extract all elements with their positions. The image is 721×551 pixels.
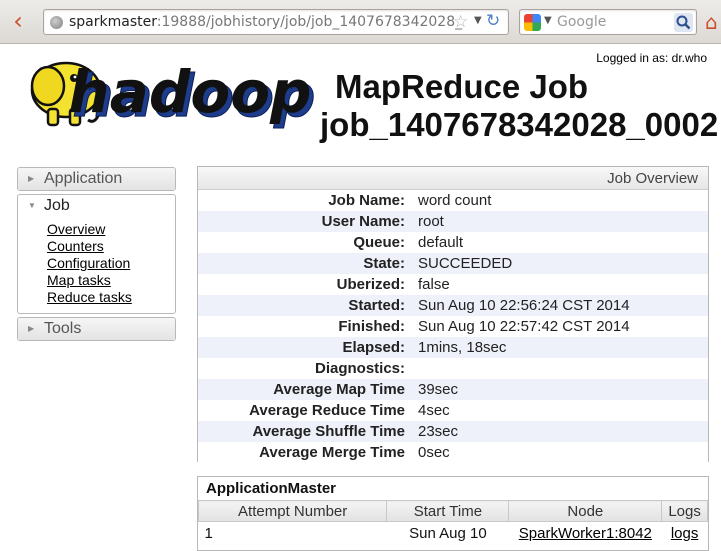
application-master-panel: ApplicationMaster Attempt Number Start T… xyxy=(197,476,709,551)
bookmark-star-icon[interactable]: ☆ xyxy=(453,12,468,32)
job-overview-panel: Job Overview Job Name: word count User Na… xyxy=(197,166,709,463)
search-bar[interactable]: ▼ Google xyxy=(519,9,697,35)
job-overview-heading: Job Overview xyxy=(198,167,708,190)
application-master-table: Attempt Number Start Time Node Logs 1 Su… xyxy=(197,500,708,545)
application-master-title: ApplicationMaster xyxy=(206,480,337,497)
search-engine-dropdown-icon[interactable]: ▼ xyxy=(544,15,552,26)
link-counters[interactable]: Counters xyxy=(47,238,175,255)
page-title: MapReduce Job job_1407678342028_0002 xyxy=(320,68,720,144)
reload-icon[interactable]: ↻ xyxy=(486,11,500,31)
link-overview[interactable]: Overview xyxy=(47,221,175,238)
table-row: Uberized: false xyxy=(198,274,708,295)
table-row: Job Name: word count xyxy=(198,190,708,211)
nav-head-tools[interactable]: ▶ Tools xyxy=(18,318,175,340)
table-row: Average Shuffle Time 23sec xyxy=(198,421,708,442)
google-icon[interactable] xyxy=(524,14,541,31)
table-row: State: SUCCEEDED xyxy=(198,253,708,274)
column-header-attempt[interactable]: Attempt Number xyxy=(197,500,388,522)
search-input[interactable]: Google xyxy=(557,14,606,30)
page-title-job-id: job_1407678342028_0002 xyxy=(320,106,719,143)
sidebar-nav: ▶ Application ▼ Job Overview Counters Conf… xyxy=(17,167,176,344)
nav-head-job[interactable]: ▼ Job xyxy=(18,195,175,217)
table-row: 1 Sun Aug 10 SparkWorker1:8042 logs xyxy=(199,522,708,545)
nav-head-application[interactable]: ▶ Application xyxy=(18,168,175,190)
table-row: Started: Sun Aug 10 22:56:24 CST 2014 xyxy=(198,295,708,316)
expand-arrow-icon: ▶ xyxy=(28,174,35,183)
url-text[interactable]: sparkmaster:19888/jobhistory/job/job_140… xyxy=(69,14,469,30)
collapse-arrow-icon: ▼ xyxy=(28,201,36,210)
home-icon[interactable]: ⌂ xyxy=(705,10,721,34)
attempt-number: 1 xyxy=(204,524,213,542)
link-configuration[interactable]: Configuration xyxy=(47,255,175,272)
nav-section-tools[interactable]: ▶ Tools xyxy=(17,317,176,341)
search-icon[interactable] xyxy=(674,13,693,32)
table-row: Average Merge Time 0sec xyxy=(198,442,708,463)
job-links: Overview Counters Configuration Map task… xyxy=(18,217,175,313)
node-link[interactable]: SparkWorker1:8042 xyxy=(519,525,652,542)
hadoop-logo[interactable]: hadoop hadoop xyxy=(18,54,318,132)
column-header-logs[interactable]: Logs xyxy=(661,500,708,522)
globe-icon xyxy=(50,16,63,29)
table-row: Elapsed: 1mins, 18sec xyxy=(198,337,708,358)
nav-section-job[interactable]: ▼ Job Overview Counters Configuration Map… xyxy=(17,194,176,314)
table-row: User Name: root xyxy=(198,211,708,232)
nav-section-application[interactable]: ▶ Application xyxy=(17,167,176,191)
table-row: Queue: default xyxy=(198,232,708,253)
browser-toolbar: ‹ sparkmaster:19888/jobhistory/job/job_1… xyxy=(0,0,721,44)
table-row: Finished: Sun Aug 10 22:57:42 CST 2014 xyxy=(198,316,708,337)
url-dropdown-icon[interactable]: ▼ xyxy=(474,15,482,26)
node-cell: SparkWorker1:8042 xyxy=(509,522,662,545)
attempt-start-time: Sun Aug 10 xyxy=(409,524,487,542)
logged-in-user: Logged in as: dr.who xyxy=(596,51,707,65)
table-row: Average Map Time 39sec xyxy=(198,379,708,400)
table-row: Diagnostics: xyxy=(198,358,708,379)
link-reduce-tasks[interactable]: Reduce tasks xyxy=(47,289,175,306)
logs-cell: logs xyxy=(662,522,708,545)
column-header-node[interactable]: Node xyxy=(508,500,663,522)
table-row: Average Reduce Time 4sec xyxy=(198,400,708,421)
job-overview-table: Job Name: word count User Name: root Queue… xyxy=(198,190,708,463)
expand-arrow-icon: ▶ xyxy=(28,324,35,333)
link-map-tasks[interactable]: Map tasks xyxy=(47,272,175,289)
page-title-line1: MapReduce Job xyxy=(335,68,589,105)
logo-wordmark-shadow: hadoop xyxy=(68,58,311,126)
logs-link[interactable]: logs xyxy=(671,525,699,542)
column-header-start-time[interactable]: Start Time xyxy=(386,500,510,522)
url-bar[interactable]: sparkmaster:19888/jobhistory/job/job_140… xyxy=(43,9,509,35)
back-button[interactable]: ‹ xyxy=(8,8,28,34)
